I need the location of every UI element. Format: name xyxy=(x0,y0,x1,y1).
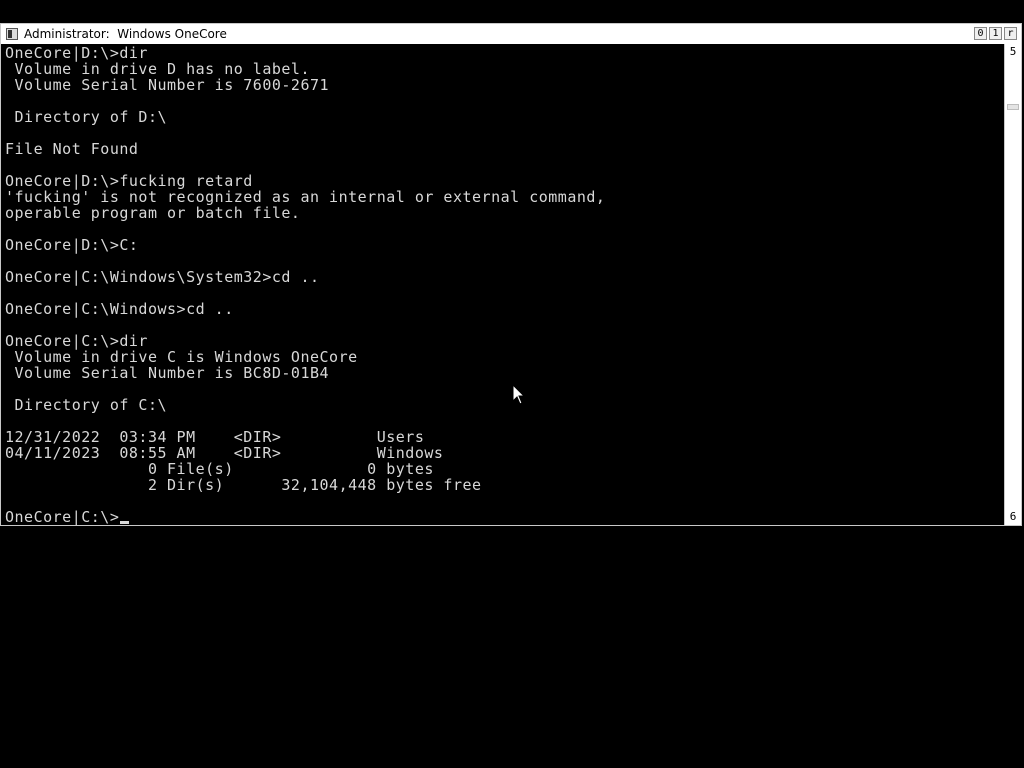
console-icon[interactable] xyxy=(6,28,18,40)
console-line: Volume Serial Number is BC8D-01B4 xyxy=(5,364,330,382)
console-line: Volume in drive D has no label. xyxy=(5,60,310,78)
console-window[interactable]: Administrator: Windows OneCore 0 1 r One… xyxy=(0,23,1022,526)
text-cursor xyxy=(120,521,130,524)
console-line: OneCore|C:\>dir xyxy=(5,332,148,350)
console-line: OneCore|D:\>fucking retard xyxy=(5,172,253,190)
window-controls: 0 1 r xyxy=(974,27,1017,40)
console-line: 2 Dir(s) 32,104,448 bytes free xyxy=(5,476,482,494)
console-line: Directory of D:\ xyxy=(5,108,168,126)
console-line: Volume in drive C is Windows OneCore xyxy=(5,348,358,366)
title-bar[interactable]: Administrator: Windows OneCore 0 1 r xyxy=(1,24,1021,44)
vertical-scrollbar[interactable]: 5 6 xyxy=(1004,44,1021,525)
console-line: 0 File(s) 0 bytes xyxy=(5,460,434,478)
console-prompt-line[interactable]: OneCore|C:\> xyxy=(5,509,1001,525)
console-line: Directory of C:\ xyxy=(5,396,168,414)
console-line: OneCore|C:\Windows>cd .. xyxy=(5,300,234,318)
scroll-thumb[interactable] xyxy=(1007,104,1019,110)
console-line: OneCore|C:\Windows\System32>cd .. xyxy=(5,268,320,286)
console-line: 'fucking' is not recognized as an intern… xyxy=(5,188,606,206)
console-prompt: OneCore|C:\> xyxy=(5,508,120,525)
close-button[interactable]: r xyxy=(1004,27,1017,40)
window-title: Administrator: Windows OneCore xyxy=(24,27,227,41)
console-line: File Not Found xyxy=(5,140,139,158)
scroll-up-button[interactable]: 5 xyxy=(1005,44,1021,60)
console-line: 04/11/2023 08:55 AM <DIR> Windows xyxy=(5,444,444,462)
console-line: OneCore|D:\>C: xyxy=(5,236,139,254)
console-line: OneCore|D:\>dir xyxy=(5,45,148,62)
console-line: Volume Serial Number is 7600-2671 xyxy=(5,76,330,94)
minimize-button[interactable]: 0 xyxy=(974,27,987,40)
scroll-down-button[interactable]: 6 xyxy=(1005,509,1021,525)
console-output[interactable]: OneCore|D:\>dir Volume in drive D has no… xyxy=(5,45,1001,525)
console-line: operable program or batch file. xyxy=(5,204,301,222)
maximize-button[interactable]: 1 xyxy=(989,27,1002,40)
mouse-pointer-icon xyxy=(512,384,526,405)
console-line: 12/31/2022 03:34 PM <DIR> Users xyxy=(5,428,425,446)
